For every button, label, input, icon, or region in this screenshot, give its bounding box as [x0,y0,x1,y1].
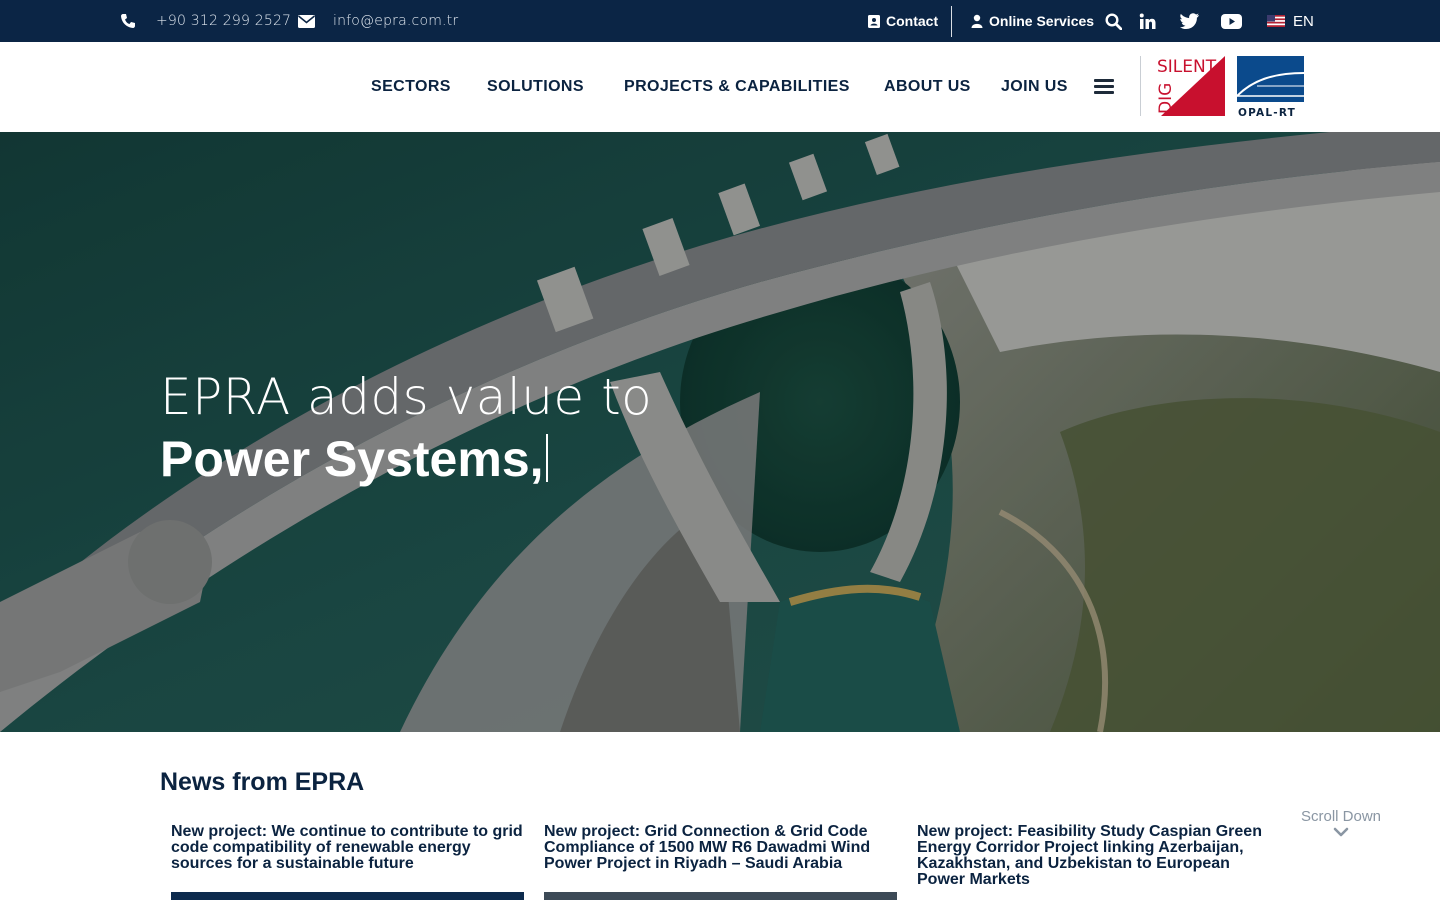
nav-projects-capabilities[interactable]: PROJECTS & CAPABILITIES [624,42,850,132]
digsilent-top-text: SILENT [1157,57,1217,77]
contact-card-icon [868,14,880,28]
twitter-link[interactable] [1178,0,1200,42]
opal-rt-logo[interactable]: OPAL-RT [1237,56,1305,118]
header-divider [1140,56,1141,116]
phone-link[interactable]: +90 312 299 2527 [120,0,291,42]
news-section-title: News from EPRA [160,768,365,796]
news-card-thumbnail[interactable] [544,892,897,900]
linkedin-icon [1139,13,1155,29]
search-button[interactable] [1103,0,1123,42]
news-card-title[interactable]: New project: Grid Connection & Grid Code… [544,824,900,872]
top-bar: +90 312 299 2527 info@epra.com.tr Contac… [0,0,1440,42]
scroll-down-label: Scroll Down [1300,808,1382,825]
contact-button[interactable]: Contact [868,0,938,42]
digsilent-logo[interactable]: SILENT DIG [1157,56,1225,116]
email-link[interactable]: info@epra.com.tr [298,0,458,42]
digsilent-side-text: DIG [1157,83,1176,114]
envelope-icon [298,14,315,28]
phone-number: +90 312 299 2527 [156,13,292,29]
online-services-label: Online Services [989,13,1095,29]
nav-join-us[interactable]: JOIN US [1001,42,1068,132]
email-address: info@epra.com.tr [333,13,459,29]
hero-subheadline: Power Systems, [160,430,548,488]
twitter-icon [1179,13,1199,29]
user-icon [971,14,983,28]
chevron-down-icon [1333,827,1349,837]
news-card[interactable]: New project: Grid Connection & Grid Code… [544,824,900,872]
hero-headline: EPRA adds value to [160,368,653,426]
news-card-title[interactable]: New project: We continue to contribute t… [171,824,527,872]
hamburger-menu-icon[interactable] [1094,79,1114,95]
youtube-icon [1221,13,1242,29]
topbar-divider [951,6,952,37]
opal-rt-text: OPAL-RT [1238,107,1296,118]
news-card[interactable]: New project: We continue to contribute t… [171,824,527,872]
scroll-down-button[interactable]: Scroll Down [1296,808,1386,837]
language-switcher[interactable]: EN [1267,0,1314,42]
nav-sectors[interactable]: SECTORS [371,42,451,132]
nav-about-us[interactable]: ABOUT US [884,42,971,132]
news-card-title[interactable]: New project: Feasibility Study Caspian G… [917,824,1273,888]
nav-solutions[interactable]: SOLUTIONS [487,42,584,132]
linkedin-link[interactable] [1137,0,1157,42]
search-icon [1104,12,1122,30]
us-flag-icon [1267,15,1285,27]
hero-banner: EPRA adds value to Power Systems, [0,132,1440,732]
language-label: EN [1293,12,1314,30]
phone-icon [121,14,135,28]
typing-cursor [545,434,548,482]
youtube-link[interactable] [1220,0,1243,42]
online-services-button[interactable]: Online Services [971,0,1094,42]
contact-label: Contact [886,13,939,29]
hero-subheadline-text: Power Systems, [160,431,544,487]
news-card-thumbnail[interactable] [171,892,524,900]
news-card[interactable]: New project: Feasibility Study Caspian G… [917,824,1273,888]
main-header: SECTORS SOLUTIONS PROJECTS & CAPABILITIE… [0,42,1440,132]
